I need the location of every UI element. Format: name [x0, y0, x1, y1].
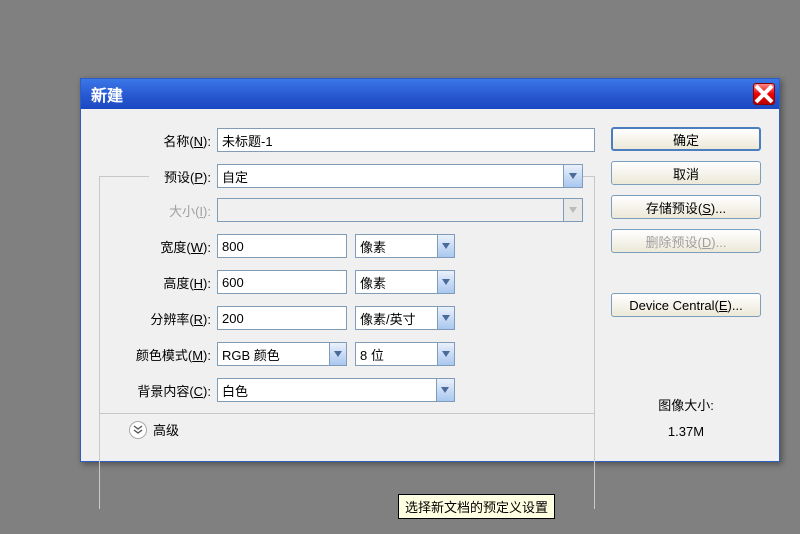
resolution-unit-value[interactable] [356, 307, 437, 329]
chevron-down-icon [442, 243, 450, 249]
colormode-value[interactable] [218, 343, 329, 365]
size-value [218, 199, 563, 221]
delete-preset-button: 删除预设(D)... [611, 229, 761, 253]
background-value[interactable] [218, 379, 436, 401]
chevron-down-icon [569, 173, 577, 179]
preset-value[interactable] [218, 165, 563, 187]
resolution-input[interactable] [217, 306, 347, 330]
save-preset-button[interactable]: 存储预设(S)... [611, 195, 761, 219]
background-arrow[interactable] [436, 379, 454, 401]
dialog-body: 名称(N): 预设(P): 大小(I): [81, 109, 779, 461]
tooltip: 选择新文档的预定义设置 [398, 494, 555, 519]
size-combo [217, 198, 583, 222]
resolution-label: 分辨率(R): [99, 309, 217, 328]
advanced-row: 高级 [99, 420, 595, 439]
dialog-title: 新建 [91, 82, 753, 106]
name-input[interactable] [217, 128, 595, 152]
background-combo[interactable] [217, 378, 455, 402]
size-row: 大小(I): [99, 197, 583, 223]
preset-combo[interactable] [217, 164, 583, 188]
advanced-toggle[interactable] [129, 421, 147, 439]
height-unit-value[interactable] [356, 271, 437, 293]
preset-label: 预设(P): [149, 167, 217, 186]
advanced-label: 高级 [153, 420, 179, 439]
image-size-value: 1.37M [611, 424, 761, 439]
size-label: 大小(I): [99, 201, 217, 220]
width-input[interactable] [217, 234, 347, 258]
height-label: 高度(H): [99, 273, 217, 292]
width-unit-combo[interactable] [355, 234, 455, 258]
preset-dropdown-arrow[interactable] [563, 165, 582, 187]
close-icon [754, 84, 774, 104]
device-central-button[interactable]: Device Central(E)... [611, 293, 761, 317]
cancel-button[interactable]: 取消 [611, 161, 761, 185]
bitdepth-arrow[interactable] [437, 343, 454, 365]
chevron-down-icon [442, 315, 450, 321]
colormode-label: 颜色模式(M): [99, 345, 217, 364]
resolution-unit-arrow[interactable] [437, 307, 454, 329]
bitdepth-value[interactable] [356, 343, 437, 365]
chevron-down-double-icon [133, 425, 143, 435]
image-size-section: 图像大小: 1.37M [611, 345, 761, 439]
colormode-row: 颜色模式(M): [99, 341, 583, 367]
chevron-down-icon [442, 279, 450, 285]
height-unit-arrow[interactable] [437, 271, 454, 293]
colormode-arrow[interactable] [329, 343, 346, 365]
background-label: 背景内容(C): [99, 381, 217, 400]
chevron-down-icon [442, 351, 450, 357]
width-unit-value[interactable] [356, 235, 437, 257]
resolution-row: 分辨率(R): [99, 305, 583, 331]
height-unit-combo[interactable] [355, 270, 455, 294]
new-document-dialog: 新建 名称(N): 预设(P): 大小(I [80, 78, 780, 462]
resolution-unit-combo[interactable] [355, 306, 455, 330]
right-panel: 确定 取消 存储预设(S)... 删除预设(D)... Device Centr… [611, 127, 761, 439]
image-size-label: 图像大小: [611, 395, 761, 414]
chevron-down-icon [569, 207, 577, 213]
background-row: 背景内容(C): [99, 377, 583, 403]
width-unit-arrow[interactable] [437, 235, 454, 257]
bitdepth-combo[interactable] [355, 342, 455, 366]
chevron-down-icon [334, 351, 342, 357]
height-input[interactable] [217, 270, 347, 294]
left-panel: 名称(N): 预设(P): 大小(I): [99, 127, 595, 439]
width-row: 宽度(W): [99, 233, 583, 259]
close-button[interactable] [753, 83, 775, 105]
ok-button[interactable]: 确定 [611, 127, 761, 151]
name-row: 名称(N): [99, 127, 595, 153]
height-row: 高度(H): [99, 269, 583, 295]
size-dropdown-arrow [563, 199, 582, 221]
name-label: 名称(N): [99, 131, 217, 150]
width-label: 宽度(W): [99, 237, 217, 256]
titlebar: 新建 [81, 79, 779, 109]
chevron-down-icon [441, 387, 449, 393]
colormode-combo[interactable] [217, 342, 347, 366]
